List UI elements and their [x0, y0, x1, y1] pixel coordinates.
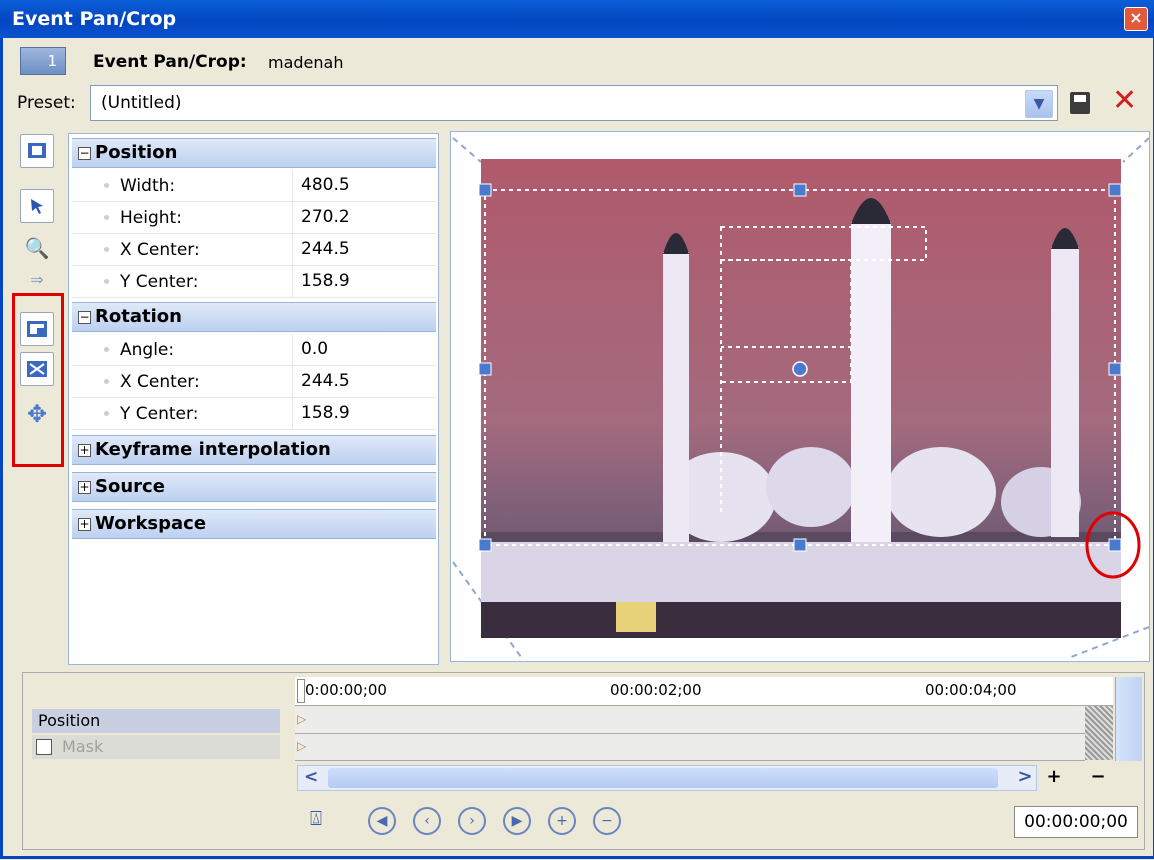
normal-edit-tool-button[interactable]	[20, 189, 54, 223]
property-value[interactable]: 244.5	[292, 366, 436, 397]
title-bar: Event Pan/Crop ×	[0, 0, 1154, 38]
mask-checkbox[interactable]	[36, 739, 52, 755]
property-row: X Center: 244.5	[72, 234, 436, 266]
window-title: Event Pan/Crop	[12, 8, 177, 30]
property-row: Width: 480.5	[72, 170, 436, 202]
timecode-display[interactable]: 00:00:00;00	[1014, 806, 1138, 838]
preset-label: Preset:	[17, 93, 76, 113]
section-position[interactable]: − Position	[72, 138, 436, 168]
event-name: madenah	[268, 53, 344, 72]
section-rotation[interactable]: − Rotation	[72, 302, 436, 332]
save-preset-icon[interactable]	[1070, 92, 1090, 114]
property-row: Height: 270.2	[72, 202, 436, 234]
zoom-tool-icon[interactable]: 🔍	[20, 236, 54, 260]
mask-label: Mask	[62, 737, 104, 756]
property-row: Y Center: 158.9	[72, 398, 436, 430]
section-keyframe-interpolation[interactable]: + Keyframe interpolation	[72, 435, 436, 465]
end-hatch	[1085, 706, 1113, 760]
event-title-label: Event Pan/Crop:	[93, 52, 247, 72]
highlight-box	[12, 293, 64, 467]
timeline-vertical-scrollbar[interactable]	[1115, 677, 1142, 761]
section-source[interactable]: + Source	[72, 472, 436, 502]
show-properties-button[interactable]	[20, 134, 54, 168]
last-keyframe-icon[interactable]: ▶	[503, 807, 531, 835]
properties-panel: − Position Width: 480.5 Height: 270.2 X Cen…	[68, 133, 439, 665]
property-value[interactable]: 158.9	[292, 398, 436, 429]
section-rotation-title: Rotation	[95, 306, 182, 327]
zoom-out-icon[interactable]: −	[1086, 765, 1110, 791]
section-workspace[interactable]: + Workspace	[72, 509, 436, 539]
scroll-left-icon[interactable]: <	[304, 767, 318, 787]
property-label: Height:	[120, 208, 182, 228]
property-row: Angle: 0.0	[72, 334, 436, 366]
section-workspace-title: Workspace	[95, 513, 207, 534]
next-keyframe-icon[interactable]: ›	[458, 807, 486, 835]
position-keyframe-track[interactable]: ▷	[295, 707, 1085, 734]
ruler-tick-label: 00:00:04;00	[925, 681, 1017, 699]
section-keyframe-title: Keyframe interpolation	[95, 439, 331, 460]
preview-canvas	[452, 137, 1149, 658]
prev-keyframe-icon[interactable]: ‹	[413, 807, 441, 835]
property-label: X Center:	[120, 240, 200, 260]
property-value[interactable]: 244.5	[292, 234, 436, 265]
track-label-position[interactable]: Position	[32, 709, 280, 733]
mask-keyframe-track[interactable]: ▷	[295, 734, 1085, 761]
preview-workspace[interactable]	[450, 131, 1150, 662]
mosque-photo	[481, 159, 1121, 638]
sync-cursor-icon[interactable]: ⍍	[310, 806, 322, 830]
section-source-title: Source	[95, 476, 165, 497]
keyframe-marker-icon[interactable]: ▷	[297, 739, 306, 753]
delete-preset-icon[interactable]: ✕	[1112, 86, 1137, 116]
playhead-marker[interactable]	[297, 679, 305, 703]
scroll-thumb[interactable]	[328, 768, 998, 788]
arrow-pointer-icon	[31, 199, 43, 214]
property-row: X Center: 244.5	[72, 366, 436, 398]
scroll-right-icon[interactable]: >	[1013, 765, 1037, 791]
property-value[interactable]: 480.5	[292, 170, 436, 201]
close-window-button[interactable]: ×	[1124, 7, 1148, 31]
first-keyframe-icon[interactable]: ◀	[368, 807, 396, 835]
ruler-tick-label: 00:00:02;00	[610, 681, 702, 699]
ruler-tick-label: 0:00:00;00	[305, 681, 387, 699]
chevron-down-icon[interactable]: ▼	[1025, 90, 1053, 118]
track-label-mask[interactable]: Mask	[32, 735, 280, 759]
add-keyframe-icon[interactable]: +	[548, 807, 576, 835]
event-number-button[interactable]: 1	[20, 47, 66, 75]
property-label: X Center:	[120, 372, 200, 392]
timeline-horizontal-scrollbar[interactable]: <	[297, 765, 1037, 791]
property-value[interactable]: 0.0	[292, 334, 436, 365]
move-tool-icon[interactable]: ⇒	[20, 270, 54, 289]
section-position-title: Position	[95, 142, 178, 163]
timeline-ruler[interactable]: 0:00:00;00 00:00:02;00 00:00:04;00	[295, 677, 1113, 706]
property-label: Y Center:	[120, 404, 199, 424]
delete-keyframe-icon[interactable]: −	[593, 807, 621, 835]
property-value[interactable]: 158.9	[292, 266, 436, 297]
property-row: Y Center: 158.9	[72, 266, 436, 298]
keyframe-marker-icon[interactable]: ▷	[297, 712, 306, 726]
preset-dropdown[interactable]: (Untitled) ▼	[90, 85, 1058, 121]
property-label: Y Center:	[120, 272, 199, 292]
preset-value: (Untitled)	[101, 93, 182, 113]
zoom-in-icon[interactable]: +	[1042, 765, 1066, 791]
property-label: Width:	[120, 176, 176, 196]
property-label: Angle:	[120, 340, 175, 360]
property-value[interactable]: 270.2	[292, 202, 436, 233]
properties-icon	[28, 143, 46, 158]
